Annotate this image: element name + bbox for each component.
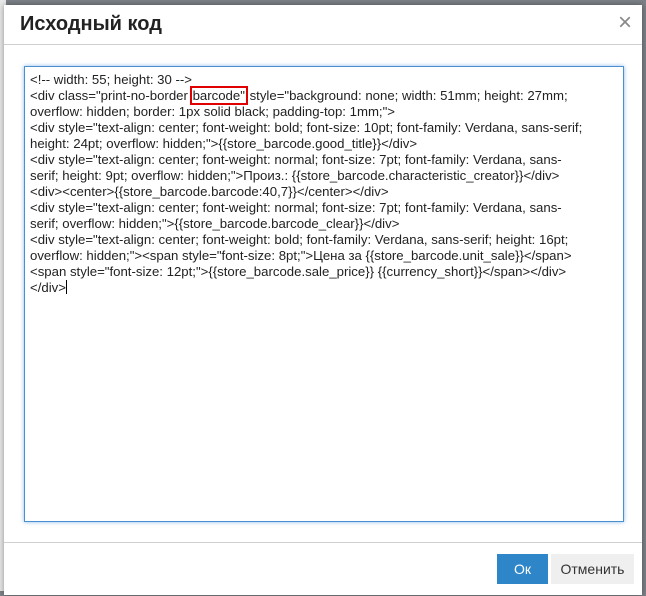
code-line: <div style="text-align: center; font-wei… [30, 120, 583, 135]
code-line: <div class="print-no-border barcode" sty… [30, 86, 582, 105]
code-line: overflow: hidden; border: 1px solid blac… [30, 104, 395, 119]
code-line: </div> [30, 280, 582, 296]
source-code-textarea[interactable]: <!-- width: 55; height: 30 --> <div class… [24, 66, 624, 522]
code-text: </div> [30, 280, 66, 295]
source-code-dialog: Исходный код × <!-- width: 55; height: 3… [4, 5, 642, 595]
close-icon[interactable]: × [618, 11, 632, 35]
dialog-title: Исходный код [20, 13, 162, 35]
cancel-button[interactable]: Отменить [551, 554, 634, 584]
code-line: <div style="text-align: center; font-wei… [30, 232, 569, 247]
code-line: height: 24pt; overflow: hidden;">{{store… [30, 136, 418, 151]
code-line: <div><center>{{store_barcode.barcode:40,… [30, 184, 389, 199]
code-text: style="background: none; width: 51mm; he… [249, 88, 568, 103]
code-line: <div style="text-align: center; font-wei… [30, 200, 562, 215]
ok-button[interactable]: Ок [497, 554, 548, 584]
highlighted-barcode-class: barcode" [189, 86, 248, 105]
code-line: <!-- width: 55; height: 30 --> [30, 72, 192, 87]
code-content[interactable]: <!-- width: 55; height: 30 --> <div class… [30, 72, 582, 296]
dialog-footer: Ок Отменить [4, 542, 642, 596]
code-text: <div class="print-no-border [30, 88, 188, 103]
code-line: <div style="text-align: center; font-wei… [30, 152, 562, 167]
code-line: serif; height: 9pt; overflow: hidden;">П… [30, 168, 560, 183]
code-line: serif; overflow: hidden;">{{store_barcod… [30, 216, 400, 231]
dialog-header: Исходный код × [4, 5, 642, 45]
code-line: <span style="font-size: 12pt;">{{store_b… [30, 264, 567, 279]
code-line: overflow: hidden;"><span style="font-siz… [30, 248, 572, 263]
text-caret [65, 280, 67, 294]
